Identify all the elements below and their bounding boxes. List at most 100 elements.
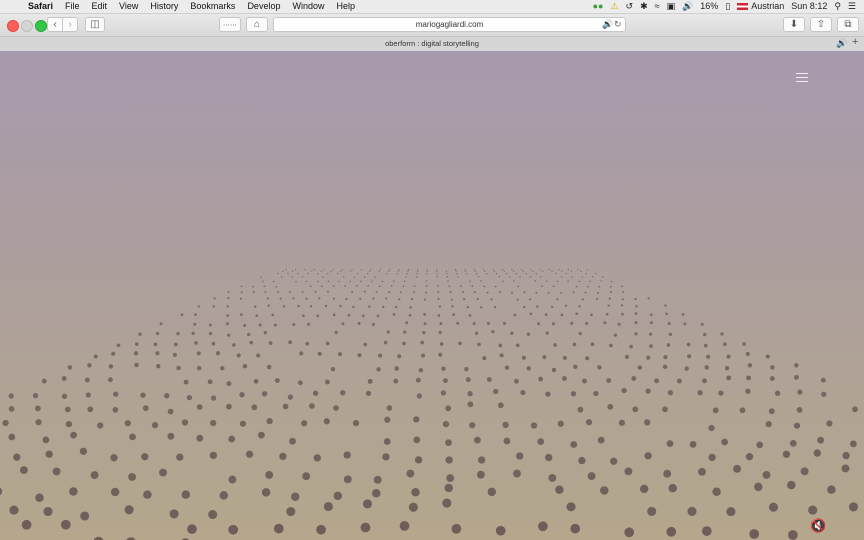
sidebar-toggle-button[interactable]: ◫: [85, 17, 105, 32]
particle-dot: [323, 418, 330, 425]
time-machine-icon[interactable]: ↺: [626, 0, 634, 13]
particle-dot: [610, 291, 612, 294]
particle-dot: [382, 305, 385, 309]
top-sites-button[interactable]: ⋯⋯: [219, 17, 241, 32]
particle-dot: [634, 297, 637, 301]
particle-dot: [19, 466, 28, 475]
downloads-button[interactable]: ⬇: [783, 17, 805, 32]
close-window-button[interactable]: [7, 20, 19, 32]
sound-muted-icon[interactable]: 🔇: [810, 519, 828, 533]
particle-dot: [702, 378, 707, 384]
particle-dot: [545, 453, 553, 462]
particle-dot: [490, 298, 493, 301]
menu-history[interactable]: History: [144, 0, 184, 13]
particle-dot: [272, 280, 275, 283]
particle-dot: [676, 378, 682, 384]
particle-dot: [437, 314, 441, 317]
forward-button[interactable]: ›: [62, 17, 78, 32]
particle-dot: [440, 390, 447, 396]
particle-dot: [637, 365, 643, 370]
hamburger-menu-icon[interactable]: [796, 73, 808, 83]
tab-title[interactable]: oberform : digital storytelling: [0, 39, 864, 48]
volume-icon[interactable]: 🔊: [682, 0, 693, 13]
particle-dot: [289, 437, 296, 445]
particle-dot: [256, 353, 261, 358]
tab-audio-icon[interactable]: 🔊: [836, 38, 847, 49]
bluetooth-icon[interactable]: ✱: [640, 0, 648, 13]
particle-dot: [437, 290, 440, 293]
extension-status-icon[interactable]: ●●: [593, 0, 604, 13]
particle-dot: [360, 280, 362, 283]
menu-help[interactable]: Help: [330, 0, 361, 13]
zoom-window-button[interactable]: [35, 20, 47, 32]
particle-dot: [281, 276, 283, 278]
notification-center-icon[interactable]: ☰: [848, 0, 856, 13]
particle-dot: [765, 354, 770, 359]
particle-dot: [442, 378, 448, 384]
particle-dot: [261, 488, 271, 497]
particle-dot: [255, 314, 259, 318]
airplay-icon[interactable]: ▣: [667, 0, 676, 13]
particle-dot: [111, 351, 116, 356]
address-bar[interactable]: mariogagliardi.com 🔊 ↻: [273, 17, 626, 32]
particle-dot: [548, 268, 551, 271]
particle-dot: [394, 366, 399, 371]
tab-overview-button[interactable]: ⧉: [837, 17, 859, 32]
particle-dot: [482, 356, 487, 361]
particle-dot: [363, 290, 366, 293]
input-source-menu[interactable]: Austrian: [737, 0, 784, 13]
particle-dot: [501, 268, 504, 271]
menu-file[interactable]: File: [59, 0, 86, 13]
audio-playing-icon[interactable]: 🔊: [602, 19, 613, 30]
particle-dot: [110, 487, 120, 497]
particle-dot: [302, 472, 311, 481]
particle-dot: [499, 353, 504, 358]
particle-dot: [567, 268, 570, 271]
wifi-icon[interactable]: ≈: [655, 0, 660, 13]
warning-icon[interactable]: ⚠: [610, 0, 618, 13]
particle-dot: [566, 502, 576, 512]
app-menu-safari[interactable]: Safari: [22, 0, 59, 13]
particle-dot: [708, 453, 716, 462]
particle-dot: [279, 452, 287, 461]
home-button[interactable]: ⌂: [246, 17, 268, 32]
particle-dot: [827, 485, 836, 494]
clock[interactable]: Sun 8:12: [791, 0, 827, 13]
back-button[interactable]: ‹: [47, 17, 63, 32]
particle-dot: [405, 276, 407, 278]
particle-dot: [208, 509, 218, 520]
particle-dot: [593, 390, 599, 397]
particle-dot: [555, 485, 564, 495]
spotlight-search-icon[interactable]: ⚲: [834, 0, 841, 13]
menu-edit[interactable]: Edit: [86, 0, 114, 13]
particle-dot: [292, 297, 295, 300]
particle-dot: [341, 322, 345, 326]
particle-dot: [800, 467, 809, 476]
particle-dot: [236, 353, 241, 358]
particle-dot: [371, 280, 373, 283]
particle-dot: [486, 273, 488, 275]
particle-dot: [665, 312, 668, 316]
share-button[interactable]: ⇧: [810, 17, 832, 32]
particle-dot: [21, 519, 32, 530]
particle-dot: [349, 270, 351, 272]
particle-dot: [416, 270, 419, 272]
particle-dot: [504, 365, 510, 370]
particle-dot: [491, 330, 495, 334]
menu-view[interactable]: View: [113, 0, 144, 13]
particle-dot: [667, 390, 674, 396]
battery-icon[interactable]: ▯: [725, 0, 730, 13]
minimize-window-button[interactable]: [21, 20, 33, 32]
new-tab-icon[interactable]: +: [852, 36, 858, 48]
particle-dot: [167, 408, 174, 415]
particle-dot: [288, 290, 291, 293]
particle-dot: [683, 322, 687, 326]
menu-bookmarks[interactable]: Bookmarks: [184, 0, 241, 13]
tab-bar: oberform : digital storytelling 🔊 +: [0, 36, 864, 52]
menu-develop[interactable]: Develop: [241, 0, 286, 13]
battery-percent[interactable]: 16%: [700, 0, 718, 13]
particle-dot: [477, 456, 486, 464]
reload-icon[interactable]: ↻: [614, 19, 622, 30]
menu-window[interactable]: Window: [286, 0, 330, 13]
particle-dot: [535, 272, 537, 275]
